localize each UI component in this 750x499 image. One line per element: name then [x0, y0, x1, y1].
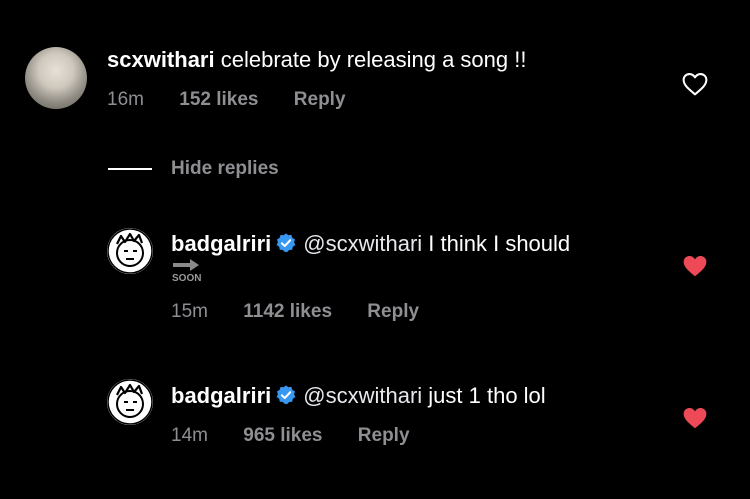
soon-arrow-emoji: SOON: [172, 258, 204, 286]
parent-comment-line: scxwithari celebrate by releasing a song…: [107, 47, 526, 73]
reply-button[interactable]: Reply: [294, 89, 346, 111]
verified-badge-icon: [276, 233, 296, 253]
reply-button[interactable]: Reply: [367, 301, 419, 323]
cartoon-face-icon: [107, 228, 153, 274]
heart-filled-icon[interactable]: [682, 254, 708, 278]
hide-replies-button[interactable]: Hide replies: [171, 158, 279, 180]
parent-comment-meta: 16m 152 likes Reply: [107, 89, 346, 111]
reply-button[interactable]: Reply: [358, 425, 410, 447]
reply-meta: 15m 1142 likes Reply: [171, 301, 419, 323]
comment-text: celebrate by releasing a song !!: [220, 47, 527, 72]
reply-time: 15m: [171, 301, 208, 322]
reply-username[interactable]: badgalriri: [171, 231, 271, 256]
heart-outline-icon[interactable]: [682, 72, 708, 96]
avatar-badgalriri[interactable]: [107, 228, 153, 274]
avatar-scxwithari[interactable]: [25, 47, 87, 109]
reply-comment-line: badgalriri @scxwithari I think I should: [171, 231, 570, 257]
verified-badge-icon: [276, 385, 296, 405]
hide-replies-divider: [108, 168, 152, 170]
reply-mention[interactable]: @scxwithari: [303, 383, 422, 408]
reply-username[interactable]: badgalriri: [171, 383, 271, 408]
soon-label: SOON: [172, 273, 202, 284]
reply-meta: 14m 965 likes Reply: [171, 425, 410, 447]
heart-filled-icon[interactable]: [682, 406, 708, 430]
reply-text: I think I should: [428, 231, 571, 256]
soon-arrow-icon: [173, 259, 199, 271]
reply-text: just 1 tho lol: [428, 383, 546, 408]
comment-username[interactable]: scxwithari: [107, 47, 215, 72]
reply-comment-line: badgalriri @scxwithari just 1 tho lol: [171, 383, 546, 409]
avatar-badgalriri[interactable]: [107, 379, 153, 425]
cartoon-face-icon: [107, 379, 153, 425]
reply-mention[interactable]: @scxwithari: [303, 231, 422, 256]
comment-likes[interactable]: 152 likes: [179, 89, 258, 111]
reply-time: 14m: [171, 425, 208, 446]
reply-likes[interactable]: 1142 likes: [243, 301, 332, 323]
comment-time: 16m: [107, 89, 144, 110]
reply-likes[interactable]: 965 likes: [243, 425, 322, 447]
